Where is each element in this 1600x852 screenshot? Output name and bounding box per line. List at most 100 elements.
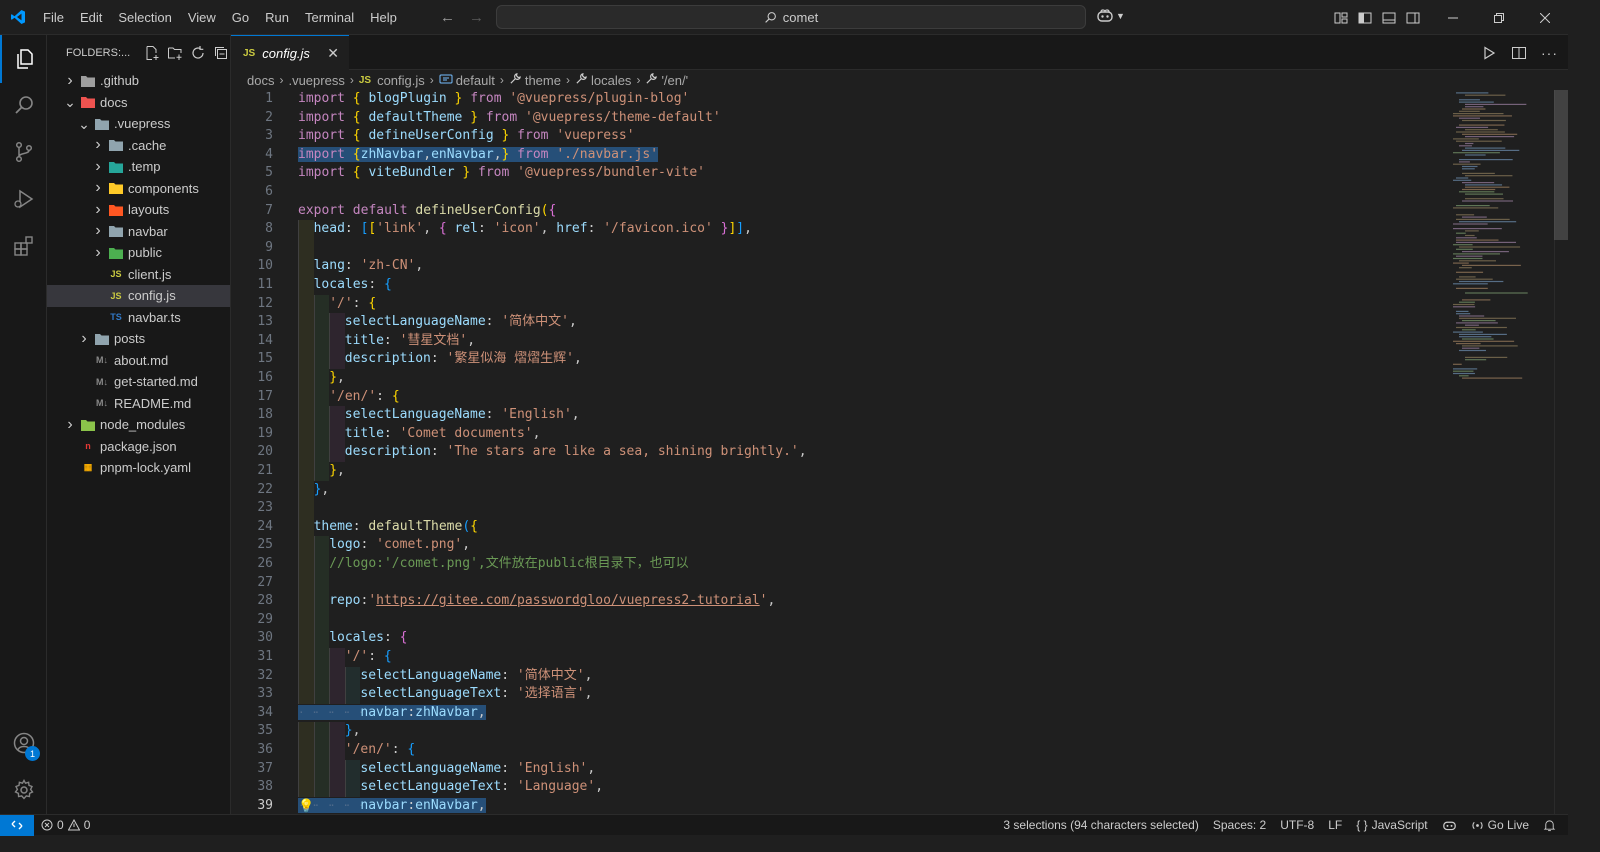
toggle-primary-sidebar-icon[interactable] [1357, 10, 1373, 26]
tree-folder-public[interactable]: › public [47, 242, 230, 264]
collapse-all-icon[interactable] [213, 45, 229, 61]
explorer-activity[interactable] [0, 35, 47, 83]
menu-file[interactable]: File [35, 0, 72, 35]
tree-folder-layouts[interactable]: › layouts [47, 199, 230, 221]
code-line[interactable]: 35}, [231, 722, 1441, 741]
language-mode-status[interactable]: { } JavaScript [1349, 815, 1434, 836]
copilot-status[interactable] [1435, 815, 1464, 836]
encoding-status[interactable]: UTF-8 [1273, 815, 1321, 836]
go-live-button[interactable]: Go Live [1464, 815, 1536, 836]
menu-run[interactable]: Run [257, 0, 297, 35]
new-file-icon[interactable] [144, 45, 160, 61]
code-line[interactable]: 39 · ·· ·· ·· ·navbar:enNavbar, 💡 [231, 797, 1441, 814]
toggle-panel-icon[interactable] [1381, 10, 1397, 26]
tree-file-package-json[interactable]: n package.json [47, 436, 230, 458]
code-line[interactable]: 24 theme: defaultTheme({ [231, 517, 1441, 537]
tree-file-client-js[interactable]: JS client.js [47, 264, 230, 286]
notifications-button[interactable] [1536, 815, 1568, 836]
code-line[interactable]: 11 locales: { [231, 276, 1441, 295]
code-line[interactable]: 21}, [231, 462, 1441, 481]
code-line[interactable]: 3 import { defineUserConfig } from 'vuepr… [231, 127, 1441, 146]
tree-file-config-js[interactable]: JS config.js [47, 285, 230, 307]
code-line[interactable]: 16}, [231, 369, 1441, 388]
code-line[interactable]: 20 description: 'The stars are like a sea… [231, 443, 1441, 462]
code-line[interactable]: 10 lang: 'zh-CN', [231, 257, 1441, 276]
refresh-icon[interactable] [190, 45, 206, 61]
minimize-button[interactable] [1430, 0, 1476, 35]
code-line[interactable]: 1 import { blogPlugin } from '@vuepress/p… [231, 90, 1441, 109]
menu-view[interactable]: View [180, 0, 224, 35]
code-line[interactable]: 7 export default defineUserConfig({ [231, 202, 1441, 221]
code-line[interactable]: 14 title: '彗星文档', [231, 331, 1441, 351]
more-actions-icon[interactable]: ··· [1541, 45, 1558, 61]
code-line[interactable]: 34 · ·· ·· ·· ·navbar:zhNavbar, [231, 704, 1441, 723]
tree-file-about-md[interactable]: M↓ about.md [47, 350, 230, 372]
code-line[interactable]: 18 selectLanguageName: 'English', [231, 406, 1441, 425]
code-line[interactable]: 31 '/': { [231, 648, 1441, 667]
tree-folder-posts[interactable]: › posts [47, 328, 230, 350]
lightbulb-icon[interactable]: 💡 [298, 798, 314, 814]
accounts-activity[interactable]: 1 [0, 719, 47, 767]
tree-folder-components[interactable]: › components [47, 178, 230, 200]
code-line[interactable]: 36 '/en/': { [231, 741, 1441, 760]
code-line[interactable]: 38 selectLanguageText: 'Language', [231, 778, 1441, 797]
run-debug-activity[interactable] [0, 175, 47, 223]
code-line[interactable]: 26 //logo:'/comet.png',文件放在public根目录下，也可以 [231, 555, 1441, 574]
breadcrumb-item[interactable]: .vuepress [288, 73, 344, 88]
tree-folder-temp[interactable]: › .temp [47, 156, 230, 178]
run-icon[interactable] [1481, 45, 1497, 61]
code-line[interactable]: 4 import {zhNavbar,enNavbar,} from './nav… [231, 146, 1441, 165]
code-line[interactable]: 32 selectLanguageName: '简体中文', [231, 666, 1441, 686]
code-line[interactable]: 33 selectLanguageText: '选择语言', [231, 685, 1441, 704]
tree-folder-docs[interactable]: ⌄ docs [47, 92, 230, 114]
tree-file-pnpm-lock-yaml[interactable]: ▦ pnpm-lock.yaml [47, 457, 230, 479]
restore-button[interactable] [1476, 0, 1522, 35]
selection-status[interactable]: 3 selections (94 characters selected) [996, 815, 1205, 836]
customize-layout-icon[interactable] [1333, 10, 1349, 26]
scrollbar-thumb[interactable] [1554, 90, 1568, 240]
forward-arrow-icon[interactable]: → [469, 9, 484, 26]
remote-indicator[interactable] [0, 814, 34, 836]
breadcrumb-item[interactable]: '/en/' [645, 72, 688, 88]
eol-status[interactable]: LF [1321, 815, 1349, 836]
code-line[interactable]: 28 repo:'https://gitee.com/passwordgloo/v… [231, 592, 1441, 611]
code-line[interactable]: 27 [231, 573, 1441, 593]
code-line[interactable]: 30 locales: { [231, 629, 1441, 648]
tree-folder-navbar[interactable]: › navbar [47, 221, 230, 243]
tab-config-js[interactable]: JS config.js ✕ [231, 35, 349, 70]
code-line[interactable]: 9 [231, 238, 1441, 258]
extensions-activity[interactable] [0, 222, 47, 270]
new-folder-icon[interactable] [167, 45, 183, 61]
menu-go[interactable]: Go [224, 0, 257, 35]
breadcrumb-item[interactable]: locales [575, 72, 631, 88]
problems-indicator[interactable]: 0 0 [34, 815, 97, 836]
source-control-activity[interactable] [0, 128, 47, 176]
tree-folder-node-modules[interactable]: › node_modules [47, 414, 230, 436]
breadcrumb-item[interactable]: JS config.js [359, 73, 425, 88]
copilot-menu[interactable]: ▼ [1096, 8, 1125, 24]
code-line[interactable]: 15 description: '繁星似海 熠熠生辉', [231, 350, 1441, 369]
code-line[interactable]: 22}, [231, 480, 1441, 500]
code-line[interactable]: 19 title: 'Comet documents', [231, 424, 1441, 444]
breadcrumb-item[interactable]: docs [247, 73, 274, 88]
editor-scrollbar[interactable] [1554, 90, 1568, 814]
minimap[interactable] [1450, 90, 1550, 390]
search-activity[interactable] [0, 81, 47, 129]
command-center-search[interactable]: comet [496, 5, 1086, 29]
code-line[interactable]: 17 '/en/': { [231, 387, 1441, 407]
back-arrow-icon[interactable]: ← [440, 9, 455, 26]
tree-folder-github[interactable]: › .github [47, 70, 230, 92]
tree-file-get-started-md[interactable]: M↓ get-started.md [47, 371, 230, 393]
indentation-status[interactable]: Spaces: 2 [1206, 815, 1273, 836]
code-line[interactable]: 12 '/': { [231, 294, 1441, 314]
menu-help[interactable]: Help [362, 0, 405, 35]
menu-terminal[interactable]: Terminal [297, 0, 362, 35]
code-line[interactable]: 37 selectLanguageName: 'English', [231, 759, 1441, 779]
menu-edit[interactable]: Edit [72, 0, 110, 35]
code-line[interactable]: 8 head: [['link', { rel: 'icon', href: '/… [231, 220, 1441, 239]
close-window-button[interactable] [1522, 0, 1568, 35]
code-line[interactable]: 5 import { viteBundler } from '@vuepress/… [231, 164, 1441, 183]
code-line[interactable]: 2 import { defaultTheme } from '@vuepress… [231, 109, 1441, 128]
toggle-secondary-sidebar-icon[interactable] [1405, 10, 1421, 26]
code-line[interactable]: 23 [231, 499, 1441, 518]
